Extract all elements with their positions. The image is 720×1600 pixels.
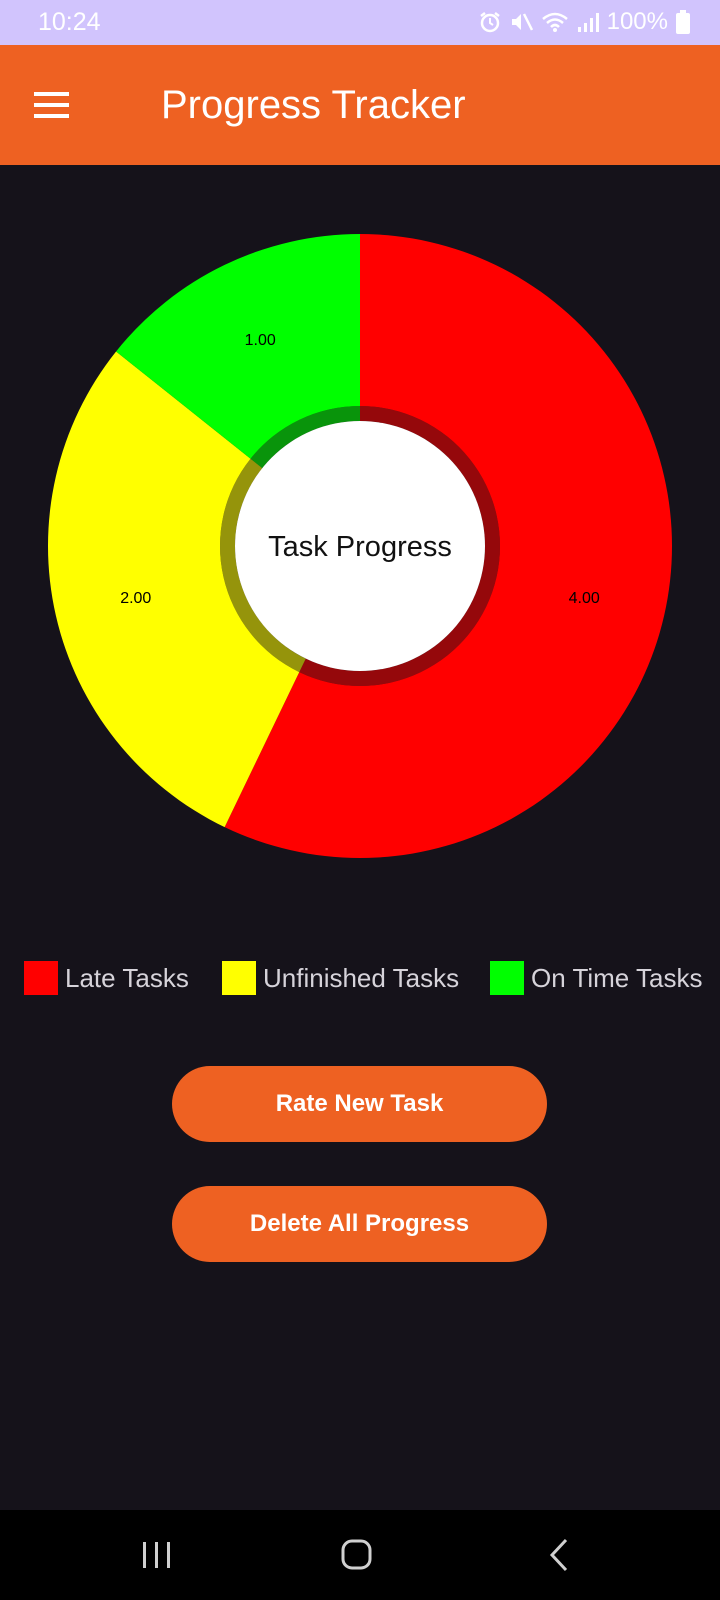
pie-center-text: Task Progress xyxy=(268,531,452,563)
battery-icon xyxy=(676,10,690,34)
back-icon[interactable] xyxy=(530,1530,590,1580)
legend-item-unfinished: Unfinished Tasks xyxy=(222,960,459,996)
battery-percentage: 100% xyxy=(606,8,668,35)
system-nav-bar xyxy=(0,1510,720,1600)
legend-label-late: Late Tasks xyxy=(65,962,189,993)
chart-legend: Late Tasks Unfinished Tasks On Time Task… xyxy=(0,960,720,996)
rate-new-task-button[interactable]: Rate New Task xyxy=(172,1066,547,1142)
status-time: 10:24 xyxy=(38,8,101,36)
task-progress-chart[interactable]: 4.00 2.00 1.00 Task Progress xyxy=(0,165,720,910)
pie-value-label-late-tasks: 4.00 xyxy=(569,590,600,607)
legend-swatch-on-time xyxy=(490,961,524,995)
wifi-icon xyxy=(541,12,568,32)
pie-value-label-on-time-tasks: 1.00 xyxy=(245,332,276,349)
app-title: Progress Tracker xyxy=(161,83,466,127)
legend-item-on-time: On Time Tasks xyxy=(490,960,702,996)
pie-value-label-unfinished-tasks: 2.00 xyxy=(120,590,151,607)
pie-chart[interactable]: 4.00 2.00 1.00 Task Progress xyxy=(0,165,720,910)
alarm-icon xyxy=(479,12,500,33)
home-icon[interactable] xyxy=(327,1530,387,1580)
hamburger-menu-icon[interactable] xyxy=(32,89,72,121)
legend-item-late: Late Tasks xyxy=(24,960,189,996)
status-bar: 10:24 100% xyxy=(0,0,720,45)
legend-swatch-late xyxy=(24,961,58,995)
legend-swatch-unfinished xyxy=(222,961,256,995)
status-icons: 100% xyxy=(479,8,690,36)
mute-icon xyxy=(511,13,533,31)
legend-label-unfinished: Unfinished Tasks xyxy=(263,962,460,993)
signal-icon xyxy=(577,13,599,32)
legend-label-on-time: On Time Tasks xyxy=(531,962,703,993)
delete-all-progress-button[interactable]: Delete All Progress xyxy=(172,1186,547,1262)
app-bar: Progress Tracker xyxy=(0,45,720,165)
recent-apps-icon[interactable] xyxy=(127,1530,187,1580)
